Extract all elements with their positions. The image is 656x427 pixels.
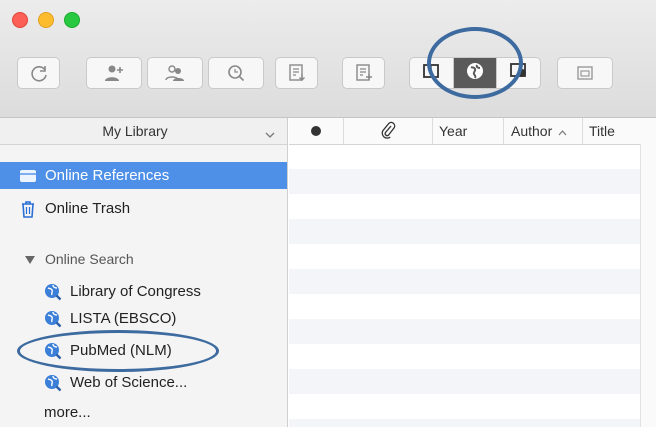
search-globe-icon <box>44 342 62 360</box>
table-row <box>289 194 640 219</box>
disclosure-triangle-icon[interactable] <box>25 251 35 267</box>
sidebar-item-label: Online References <box>45 167 170 184</box>
table-header: Year Author Title <box>289 118 656 145</box>
title-column-header[interactable]: Title <box>582 118 656 144</box>
online-search-group-header[interactable]: Online Search <box>0 245 287 272</box>
library-mode-selector <box>409 57 541 89</box>
share-library-button[interactable] <box>86 57 142 89</box>
search-globe-icon <box>44 310 62 328</box>
search-item-label: Library of Congress <box>70 283 201 300</box>
search-item-lista-ebsco[interactable]: LISTA (EBSCO) <box>0 305 287 332</box>
search-item-label: Web of Science... <box>70 374 188 391</box>
magnify-icon <box>226 63 246 83</box>
folder-button[interactable] <box>557 57 613 89</box>
find-full-text-button[interactable] <box>208 57 264 89</box>
search-item-pubmed[interactable]: PubMed (NLM) <box>0 337 287 364</box>
toolbar <box>0 0 656 118</box>
folder-icon <box>576 65 594 81</box>
table-row <box>289 294 640 319</box>
sort-ascending-icon <box>558 123 567 139</box>
table-row <box>289 144 640 169</box>
reference-table: Year Author Title <box>289 118 656 427</box>
search-item-library-of-congress[interactable]: Library of Congress <box>0 278 287 305</box>
minimize-window-button[interactable] <box>38 12 54 28</box>
online-search-header-label: Online Search <box>45 250 134 267</box>
table-row <box>289 369 640 394</box>
sidebar-item-online-trash[interactable]: Online Trash <box>0 195 287 222</box>
integrated-library-icon <box>509 62 528 85</box>
export-icon <box>355 63 373 83</box>
import-icon <box>288 63 306 83</box>
table-row <box>289 244 640 269</box>
sidebar-item-label: Online Trash <box>45 200 131 217</box>
year-column-label: Year <box>439 123 468 139</box>
people-icon <box>164 63 186 83</box>
library-selector[interactable]: My Library <box>0 118 287 145</box>
year-column-header[interactable]: Year <box>432 118 503 144</box>
table-row <box>289 394 640 419</box>
person-plus-icon <box>103 63 125 83</box>
integrated-library-segment[interactable] <box>497 58 540 88</box>
online-references-icon <box>19 167 37 185</box>
import-button[interactable] <box>275 57 318 89</box>
author-column-label: Author <box>511 123 553 139</box>
zoom-window-button[interactable] <box>64 12 80 28</box>
sync-button[interactable] <box>17 57 60 89</box>
search-item-web-of-science[interactable]: Web of Science... <box>0 369 287 396</box>
search-item-label: LISTA (EBSCO) <box>70 310 177 327</box>
paperclip-icon <box>380 121 396 142</box>
more-search-connections-link[interactable]: more... <box>0 399 287 426</box>
vertical-scrollbar[interactable] <box>641 144 656 427</box>
attachment-column-header[interactable] <box>343 118 432 144</box>
table-row <box>289 319 640 344</box>
table-row <box>289 344 640 369</box>
search-globe-icon <box>44 374 62 392</box>
table-row <box>289 269 640 294</box>
sidebar: My Library Online References Online Tras… <box>0 118 288 427</box>
search-item-label: PubMed (NLM) <box>70 342 172 359</box>
table-row <box>289 219 640 244</box>
table-row <box>289 169 640 194</box>
local-library-segment[interactable] <box>410 58 454 88</box>
chevron-down-icon <box>265 126 275 144</box>
read-status-column-header[interactable] <box>289 118 343 144</box>
sidebar-item-online-references[interactable]: Online References <box>0 162 287 189</box>
online-search-icon <box>466 62 484 85</box>
sync-icon <box>29 63 49 83</box>
share-group-button[interactable] <box>147 57 203 89</box>
table-row <box>289 419 640 427</box>
close-window-button[interactable] <box>12 12 28 28</box>
local-library-icon <box>423 63 440 84</box>
more-label: more... <box>44 404 91 421</box>
library-selector-label: My Library <box>102 123 168 139</box>
search-globe-icon <box>44 283 62 301</box>
trash-icon <box>19 200 37 218</box>
read-status-dot-icon <box>311 126 321 136</box>
title-column-label: Title <box>589 123 615 139</box>
export-button[interactable] <box>342 57 385 89</box>
online-search-segment[interactable] <box>453 58 498 88</box>
author-column-header[interactable]: Author <box>503 118 582 144</box>
